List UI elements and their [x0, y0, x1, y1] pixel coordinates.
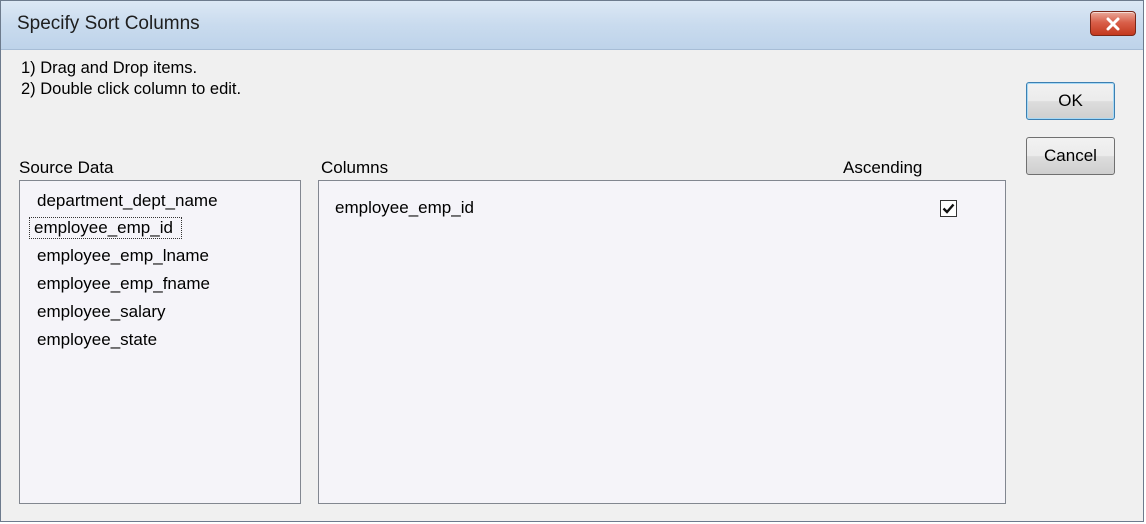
- title-bar[interactable]: Specify Sort Columns: [1, 1, 1143, 50]
- close-button[interactable]: [1090, 11, 1136, 36]
- sort-columns-list[interactable]: employee_emp_id: [318, 180, 1006, 504]
- list-item[interactable]: employee_salary: [34, 302, 169, 322]
- list-item[interactable]: employee_state: [34, 330, 160, 350]
- sort-columns-dialog: Specify Sort Columns 1) Drag and Drop it…: [0, 0, 1144, 522]
- source-data-list[interactable]: department_dept_name employee_emp_id emp…: [19, 180, 301, 504]
- checkmark-icon: [942, 203, 955, 214]
- close-icon: [1106, 17, 1120, 30]
- ascending-checkbox[interactable]: [940, 200, 957, 217]
- ascending-label: Ascending: [843, 158, 923, 177]
- dialog-title: Specify Sort Columns: [17, 13, 200, 34]
- list-item[interactable]: employee_emp_id: [29, 217, 182, 239]
- instruction-1: 1) Drag and Drop items.: [21, 59, 198, 77]
- columns-label: Columns: [321, 158, 389, 177]
- list-item[interactable]: employee_emp_fname: [34, 274, 213, 294]
- cancel-button[interactable]: Cancel: [1026, 137, 1115, 175]
- ok-button[interactable]: OK: [1026, 82, 1115, 120]
- list-item[interactable]: employee_emp_lname: [34, 246, 212, 266]
- list-item[interactable]: department_dept_name: [34, 191, 221, 211]
- dialog-body: 1) Drag and Drop items. 2) Double click …: [1, 50, 1143, 521]
- column-name[interactable]: employee_emp_id: [335, 198, 474, 218]
- source-data-label: Source Data: [19, 158, 114, 177]
- instruction-2: 2) Double click column to edit.: [21, 80, 242, 98]
